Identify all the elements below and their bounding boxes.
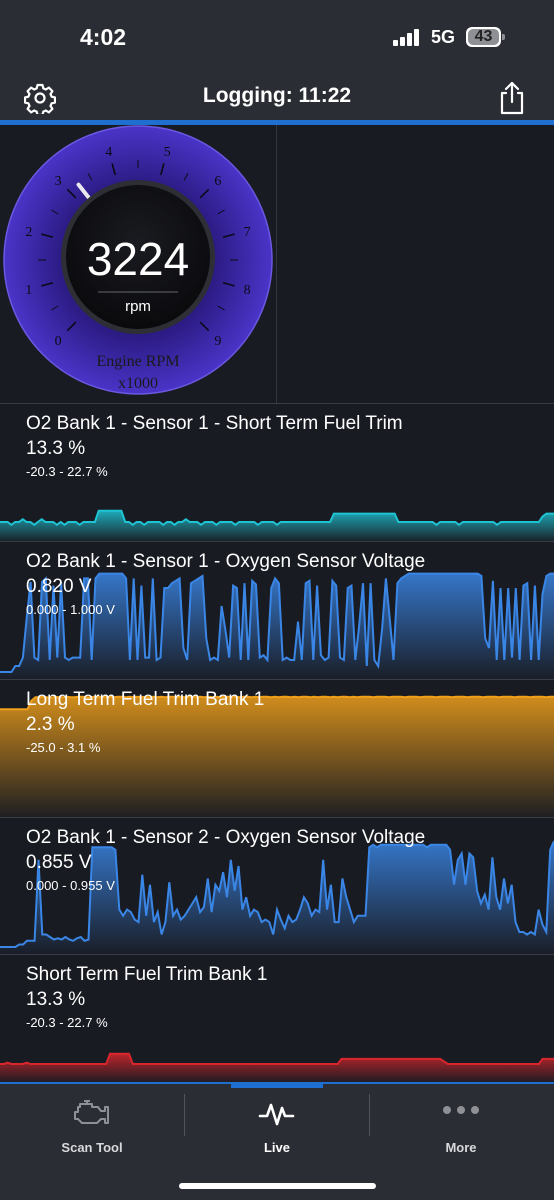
- gauge-multiplier: x1000: [118, 375, 158, 392]
- gauge-tick-label: 4: [105, 145, 112, 160]
- chart-value: 0.820 V: [26, 576, 92, 597]
- tab-scan-tool[interactable]: Scan Tool: [0, 1090, 184, 1160]
- gauge-unit: rpm: [125, 298, 151, 315]
- chart-range: 0.000 - 0.955 V: [26, 878, 115, 893]
- chart-title: O2 Bank 1 - Sensor 2 - Oxygen Sensor Vol…: [26, 827, 426, 848]
- network-type: 5G: [431, 27, 456, 47]
- status-bar: 4:02 5G 43: [0, 0, 554, 76]
- chart-range: -25.0 - 3.1 %: [26, 740, 101, 755]
- ellipsis-icon: [443, 1106, 479, 1114]
- pulse-icon: [258, 1103, 295, 1126]
- gauge-tick-label: 3: [55, 174, 62, 189]
- cellular-signal-icon: [393, 28, 423, 46]
- gauge-tick-label: 5: [164, 145, 171, 160]
- battery-level: 43: [474, 28, 493, 45]
- home-indicator: [179, 1183, 376, 1189]
- gauge-tick-label: 8: [244, 283, 251, 298]
- engine-icon: [74, 1100, 109, 1124]
- gear-icon[interactable]: [24, 82, 56, 114]
- tab-more[interactable]: More: [369, 1090, 553, 1160]
- chart-panel-4[interactable]: Short Term Fuel Trim Bank 1 13.3 % -20.3…: [0, 954, 554, 1082]
- page-title: Logging: 11:22: [202, 84, 352, 107]
- tab-label: Live: [263, 1140, 290, 1155]
- gauge-tick-label: 2: [25, 225, 32, 240]
- gauge-tick-label: 1: [25, 283, 32, 298]
- tab-label: More: [445, 1140, 477, 1155]
- status-time: 4:02: [80, 24, 127, 50]
- chart-area: [0, 696, 554, 817]
- rpm-gauge: 0 1 2 3 4 5 6 7 8 9 3224 rpm Engine RPM x1000: [0, 125, 277, 403]
- gauge-value: 3224: [86, 233, 190, 285]
- chart-range: -20.3 - 22.7 %: [26, 464, 108, 479]
- chart-title: Long Term Fuel Trim Bank 1: [26, 689, 265, 710]
- tab-live[interactable]: Live: [185, 1090, 369, 1160]
- gauge-tick-label: 7: [244, 225, 251, 240]
- chart-range: 0.000 - 1.000 V: [26, 602, 115, 617]
- chart-panel-3[interactable]: O2 Bank 1 - Sensor 2 - Oxygen Sensor Vol…: [0, 817, 554, 954]
- chart-series-line: [0, 509, 554, 527]
- chart-value: 2.3 %: [26, 714, 75, 735]
- battery-icon: 43: [466, 27, 505, 47]
- chart-area: [0, 1053, 554, 1082]
- chart-panel-2[interactable]: Long Term Fuel Trim Bank 1 2.3 % -25.0 -…: [0, 679, 554, 817]
- gauge-label: Engine RPM: [96, 353, 180, 370]
- tab-label: Scan Tool: [61, 1140, 123, 1155]
- gauge-panel: 0 1 2 3 4 5 6 7 8 9 3224 rpm Engine RPM x1000: [0, 125, 554, 403]
- chart-title: O2 Bank 1 - Sensor 1 - Oxygen Sensor Vol…: [26, 551, 426, 572]
- chart-series-line: [0, 1052, 554, 1065]
- chart-title: O2 Bank 1 - Sensor 1 - Short Term Fuel T…: [26, 413, 403, 434]
- chart-range: -20.3 - 22.7 %: [26, 1015, 108, 1030]
- chart-value: 0.855 V: [26, 852, 92, 873]
- gauge-tick-label: 0: [55, 334, 62, 349]
- chart-value: 13.3 %: [26, 438, 86, 459]
- gauge-tick-label: 9: [214, 334, 221, 349]
- chart-panel-0[interactable]: O2 Bank 1 - Sensor 1 - Short Term Fuel T…: [0, 403, 554, 541]
- active-tab-indicator: [231, 1082, 323, 1088]
- chart-value: 13.3 %: [26, 989, 86, 1010]
- share-icon[interactable]: [496, 80, 528, 116]
- chart-panel-1[interactable]: O2 Bank 1 - Sensor 1 - Oxygen Sensor Vol…: [0, 541, 554, 679]
- chart-title: Short Term Fuel Trim Bank 1: [26, 964, 268, 985]
- gauge-tick-label: 6: [214, 174, 221, 189]
